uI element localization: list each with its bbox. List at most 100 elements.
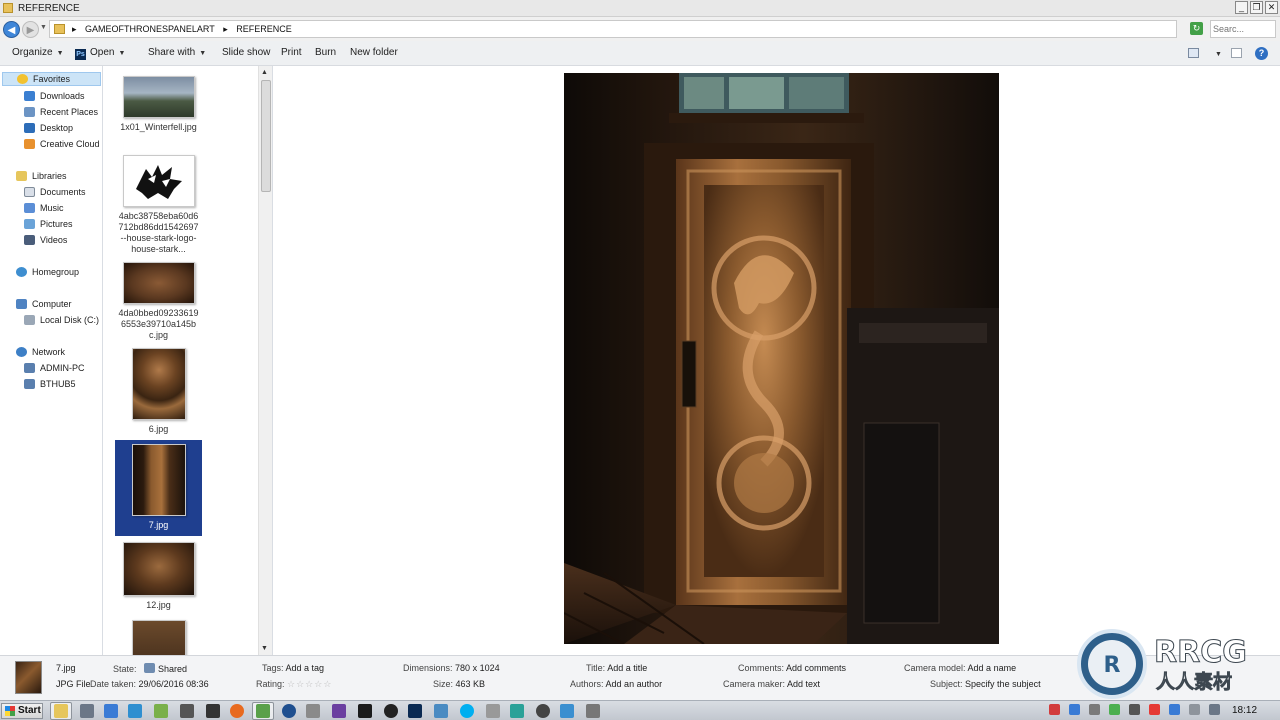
firefox-icon[interactable] xyxy=(230,704,244,718)
breadcrumb-item[interactable]: REFERENCE xyxy=(236,24,292,34)
authors-value[interactable]: Add an author xyxy=(606,679,663,689)
tray-icon[interactable] xyxy=(1129,704,1140,715)
tray-icon[interactable] xyxy=(1169,704,1180,715)
app-icon[interactable] xyxy=(510,704,524,718)
nav-label: BTHUB5 xyxy=(40,379,76,389)
volume-tray-icon[interactable] xyxy=(1209,704,1220,715)
music-icon xyxy=(24,203,35,213)
title-value[interactable]: Add a title xyxy=(607,663,647,673)
search-input[interactable] xyxy=(1213,22,1275,36)
view-icon[interactable] xyxy=(1188,48,1199,58)
nav-favorites[interactable]: Favorites xyxy=(2,72,101,86)
skype-icon[interactable] xyxy=(460,704,474,718)
file-item[interactable] xyxy=(115,616,202,655)
tray-icon[interactable] xyxy=(1109,704,1120,715)
close-button[interactable]: ✕ xyxy=(1265,1,1278,14)
date-taken-value[interactable]: 29/06/2016 08:36 xyxy=(139,679,209,689)
nav-documents[interactable]: Documents xyxy=(24,185,86,199)
nav-libraries[interactable]: Libraries xyxy=(16,169,67,183)
nav-local-disk[interactable]: Local Disk (C:) xyxy=(24,313,99,327)
camera-model-value[interactable]: Add a name xyxy=(968,663,1017,673)
app-icon[interactable] xyxy=(104,704,118,718)
breadcrumb-item[interactable]: GAMEOFTHRONESPANELART xyxy=(85,24,215,34)
scroll-down-arrow-icon[interactable]: ▼ xyxy=(261,645,268,652)
app-icon[interactable] xyxy=(128,704,142,718)
rrcg-logo-icon: R RRCG 人人素材 xyxy=(1077,629,1247,699)
app-icon[interactable] xyxy=(560,704,574,718)
file-thumbnail xyxy=(122,76,195,118)
file-item[interactable]: 6.jpg xyxy=(115,344,202,435)
share-with-button[interactable]: Share with ▼ xyxy=(148,47,206,58)
app-icon[interactable] xyxy=(434,704,448,718)
tray-icon[interactable] xyxy=(1049,704,1060,715)
tray-icon[interactable] xyxy=(1069,704,1080,715)
app-icon[interactable] xyxy=(206,704,220,718)
download-icon xyxy=(24,91,35,101)
network-tray-icon[interactable] xyxy=(1189,704,1200,715)
file-item-selected[interactable]: 7.jpg xyxy=(115,440,202,536)
slide-show-button[interactable]: Slide show xyxy=(222,47,270,58)
rating-stars[interactable]: ☆☆☆☆☆ xyxy=(287,679,332,689)
camera-maker-value[interactable]: Add text xyxy=(787,679,820,689)
scrollbar-thumb[interactable] xyxy=(261,80,271,192)
subject-value[interactable]: Specify the subject xyxy=(965,679,1041,689)
taskbar-clock[interactable]: 18:12 xyxy=(1232,705,1257,716)
app-icon[interactable] xyxy=(180,704,194,718)
app-icon[interactable] xyxy=(306,704,320,718)
burn-button[interactable]: Burn xyxy=(315,47,336,58)
tags-value[interactable]: Add a tag xyxy=(286,663,325,673)
restore-button[interactable]: ❐ xyxy=(1250,1,1263,14)
nav-computer[interactable]: Computer xyxy=(16,297,72,311)
app-icon[interactable] xyxy=(384,704,398,718)
refresh-icon[interactable]: ↻ xyxy=(1190,22,1203,35)
file-item[interactable]: 4abc38758eba60d6712bd86dd1542697--house-… xyxy=(115,151,202,255)
start-button[interactable]: Start xyxy=(1,703,43,719)
search-box[interactable] xyxy=(1210,20,1276,38)
help-icon[interactable]: ? xyxy=(1255,47,1268,60)
view-options-dropdown[interactable]: ▼ xyxy=(1211,48,1222,59)
app-icon[interactable] xyxy=(154,704,168,718)
app-icon[interactable] xyxy=(80,704,94,718)
details-title: Title: Add a title xyxy=(586,663,647,673)
file-item[interactable]: 12.jpg xyxy=(115,538,202,611)
breadcrumb-separator[interactable]: ▸ xyxy=(72,24,77,34)
app-icon[interactable] xyxy=(586,704,600,718)
headphones-icon[interactable] xyxy=(536,704,550,718)
nav-network[interactable]: Network xyxy=(16,345,65,359)
nav-admin-pc[interactable]: ADMIN-PC xyxy=(24,361,85,375)
file-list-scrollbar[interactable]: ▲ ▼ xyxy=(258,66,272,655)
tray-icon[interactable] xyxy=(1149,704,1160,715)
address-box[interactable]: ▸ GAMEOFTHRONESPANELART ▸ REFERENCE xyxy=(49,20,1177,38)
terminal-icon[interactable] xyxy=(358,704,372,718)
explorer-icon[interactable] xyxy=(54,704,68,718)
breadcrumb-separator[interactable]: ▸ xyxy=(223,24,228,34)
recent-pages-dropdown[interactable]: ▼ xyxy=(40,24,47,31)
scroll-up-arrow-icon[interactable]: ▲ xyxy=(261,69,268,76)
app-icon[interactable] xyxy=(282,704,296,718)
file-item[interactable]: 4da0bbed092336196553e39710a145bc.jpg xyxy=(115,258,202,341)
nav-videos[interactable]: Videos xyxy=(24,233,67,247)
nav-downloads[interactable]: Downloads xyxy=(24,89,85,103)
minimize-button[interactable]: _ xyxy=(1235,1,1248,14)
app-icon[interactable] xyxy=(486,704,500,718)
print-button[interactable]: Print xyxy=(281,47,302,58)
forward-button[interactable]: ▶ xyxy=(22,21,39,38)
back-button[interactable]: ◀ xyxy=(3,21,20,38)
comments-value[interactable]: Add comments xyxy=(786,663,846,673)
photoshop-icon[interactable] xyxy=(408,704,422,718)
nav-bthub5[interactable]: BTHUB5 xyxy=(24,377,76,391)
file-item[interactable]: 1x01_Winterfell.jpg xyxy=(115,72,202,133)
app-icon[interactable] xyxy=(256,704,270,718)
new-folder-button[interactable]: New folder xyxy=(350,47,398,58)
nav-homegroup[interactable]: Homegroup xyxy=(16,265,79,279)
nav-recent-places[interactable]: Recent Places xyxy=(24,105,98,119)
open-button[interactable]: Ps Open ▼ xyxy=(75,47,125,60)
preview-pane-icon[interactable] xyxy=(1231,48,1242,58)
nav-music[interactable]: Music xyxy=(24,201,64,215)
tray-icon[interactable] xyxy=(1089,704,1100,715)
visual-studio-icon[interactable] xyxy=(332,704,346,718)
nav-pictures[interactable]: Pictures xyxy=(24,217,73,231)
nav-creative-cloud[interactable]: Creative Cloud xyxy=(24,137,100,151)
organize-button[interactable]: Organize ▼ xyxy=(12,47,64,58)
nav-desktop[interactable]: Desktop xyxy=(24,121,73,135)
